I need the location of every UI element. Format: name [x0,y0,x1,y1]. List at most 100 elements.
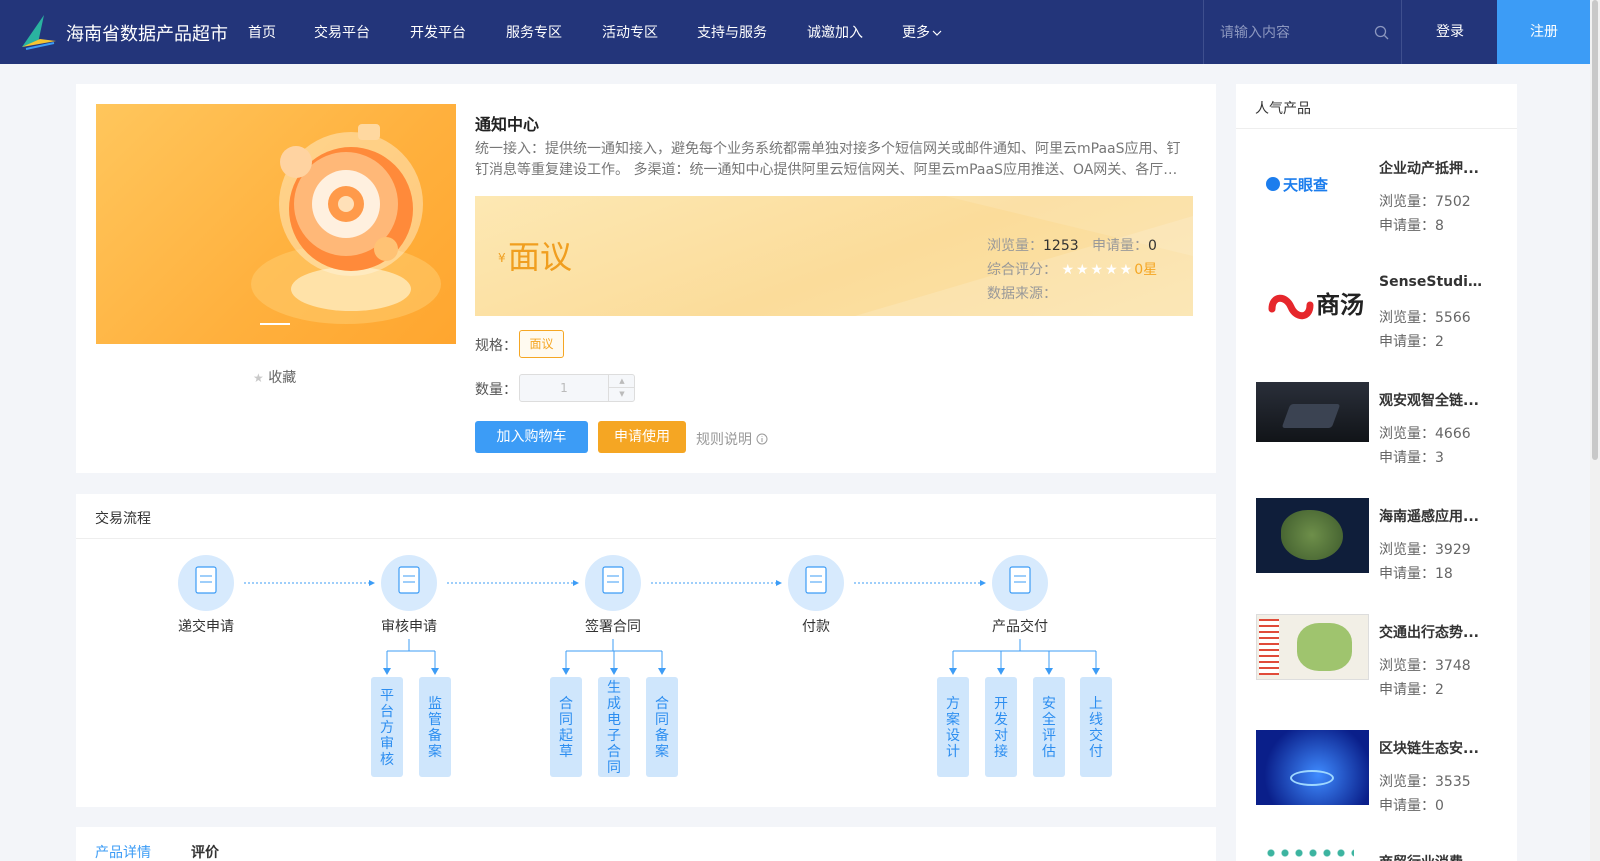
substep-label: 上线交付 [1089,696,1103,760]
product-image-traffic [1256,614,1369,680]
search-input[interactable] [1220,22,1370,44]
popular-item-applies: 申请量：18 [1379,563,1453,583]
popular-views-value: 7502 [1435,194,1471,210]
popular-views-label: 浏览量： [1379,774,1435,790]
tabs-card [76,827,1216,861]
popular-applies-label: 申请量： [1379,798,1435,814]
substep-label: 平台方审核 [380,688,394,768]
page-scrollbar[interactable] [1590,0,1600,861]
branch-arrow [658,668,666,675]
step-arrow [369,580,375,586]
site-logo-icon[interactable] [18,13,58,51]
nav-dev[interactable]: 开发平台 [410,22,466,42]
product-stats: 浏览量：1253 申请量：0 综合评分： ★★★★★0星 数据来源： [987,234,1157,306]
site-name[interactable]: 海南省数据产品超市 [66,20,228,46]
step-document-icon [195,566,217,594]
tab-review[interactable]: 评价 [191,842,219,861]
popular-item-views: 浏览量：4666 [1379,423,1471,443]
search-icon[interactable] [1374,25,1389,40]
sensetime-logo-icon [1268,294,1314,320]
login-button[interactable]: 登录 [1403,0,1497,64]
nav-activity[interactable]: 活动专区 [602,22,658,42]
popular-views-label: 浏览量： [1379,542,1435,558]
popular-applies-value: 2 [1435,334,1444,350]
product-image-blockchain [1256,730,1369,805]
views-label: 浏览量： [987,238,1043,254]
step-document-icon [805,566,827,594]
nav-home[interactable]: 首页 [248,22,276,42]
favorite-label: 收藏 [268,370,297,386]
device-shape [1281,404,1341,428]
branch-arrow [1092,668,1100,675]
blockchain-ring-shape [1290,770,1334,786]
branch-arrow [383,668,391,675]
popular-applies-value: 18 [1435,566,1453,582]
quantity-stepper: 1 ▲ ▼ [519,374,635,402]
quantity-value[interactable]: 1 [520,375,608,401]
popular-applies-value: 2 [1435,682,1444,698]
spec-option-label: 面议 [529,337,554,351]
traffic-sidebar-list [1259,619,1279,675]
views-value: 1253 [1043,238,1079,254]
nav-support[interactable]: 支持与服务 [697,22,767,42]
popular-item-applies: 申请量：2 [1379,679,1444,699]
substep-label: 合同备案 [655,696,669,760]
step-label: 递交申请 [178,618,234,635]
decrement-button[interactable]: ▼ [608,388,635,401]
product-image-guanan [1256,382,1369,442]
substep-label: 合同起草 [559,696,573,760]
top-navbar: 海南省数据产品超市 首页 交易平台 开发平台 服务专区 活动专区 支持与服务 诚… [0,0,1600,64]
island-map-shape [1281,510,1343,560]
register-button[interactable]: 注册 [1497,0,1591,64]
step-arrow [776,580,782,586]
branch-arrow [1045,668,1053,675]
product-logo-tianyancha: 天眼查 [1256,159,1369,219]
substep-label: 安全评估 [1042,696,1056,760]
product-image[interactable] [96,104,456,344]
info-icon [756,433,768,445]
popular-views-label: 浏览量： [1379,658,1435,674]
commerce-dots-shape [1264,848,1354,858]
popular-item-name: 商贸行业消费... [1379,852,1484,861]
tab-product-detail[interactable]: 产品详情 [95,842,151,861]
popular-item-name: SenseStudio... [1379,274,1484,290]
substep-label: 开发对接 [994,696,1008,760]
nav-more-label: 更多 [902,25,930,41]
product-image-commerce [1256,844,1369,861]
spec-label: 规格： [475,338,517,354]
rating-label: 综合评分： [987,262,1057,278]
nav-join[interactable]: 诚邀加入 [807,22,863,42]
popular-applies-value: 3 [1435,450,1444,466]
add-to-cart-button[interactable]: 加入购物车 [475,421,588,453]
popular-applies-label: 申请量： [1379,566,1435,582]
nav-service[interactable]: 服务专区 [506,22,562,42]
popular-applies-value: 0 [1435,798,1444,814]
process-title: 交易流程 [95,511,151,527]
scrollbar-thumb[interactable] [1592,0,1598,460]
substep-label: 生成电子合同 [607,680,621,776]
process-flowchart: 递交申请 审核申请平台方审核 监管备案 签署合同合同起草 生成电子合同 合同备案 付款 产品交… [178,555,1112,777]
nav-more[interactable]: 更多 [902,22,942,42]
popular-item-applies: 申请量：0 [1379,795,1444,815]
branch-arrow [997,668,1005,675]
popular-item-views: 浏览量：5566 [1379,307,1471,327]
favorite-button[interactable]: ★ 收藏 [253,367,296,387]
nav-trade[interactable]: 交易平台 [314,22,370,42]
increment-button[interactable]: ▲ [608,375,635,388]
step-document-icon [1009,566,1031,594]
product-price: 面议 [508,238,573,276]
popular-views-label: 浏览量： [1379,310,1435,326]
rules-label: 规则说明 [696,432,752,448]
popular-views-label: 浏览量： [1379,194,1435,210]
popular-item-name: 区块链生态安... [1379,741,1479,757]
branch-arrow [562,668,570,675]
product-image-hainan-remote [1256,498,1369,573]
rules-link[interactable]: 规则说明 [696,429,768,449]
spec-option[interactable]: 面议 [519,330,564,358]
substep-label: 监管备案 [428,696,442,760]
apply-use-button[interactable]: 申请使用 [598,421,686,453]
rating-stars[interactable]: ★★★★★ [1061,262,1134,278]
chevron-down-icon [932,30,942,36]
price-panel: ¥ 面议 浏览量：1253 申请量：0 综合评分： ★★★★★0星 数据来源： [475,196,1193,316]
popular-views-value: 3929 [1435,542,1471,558]
